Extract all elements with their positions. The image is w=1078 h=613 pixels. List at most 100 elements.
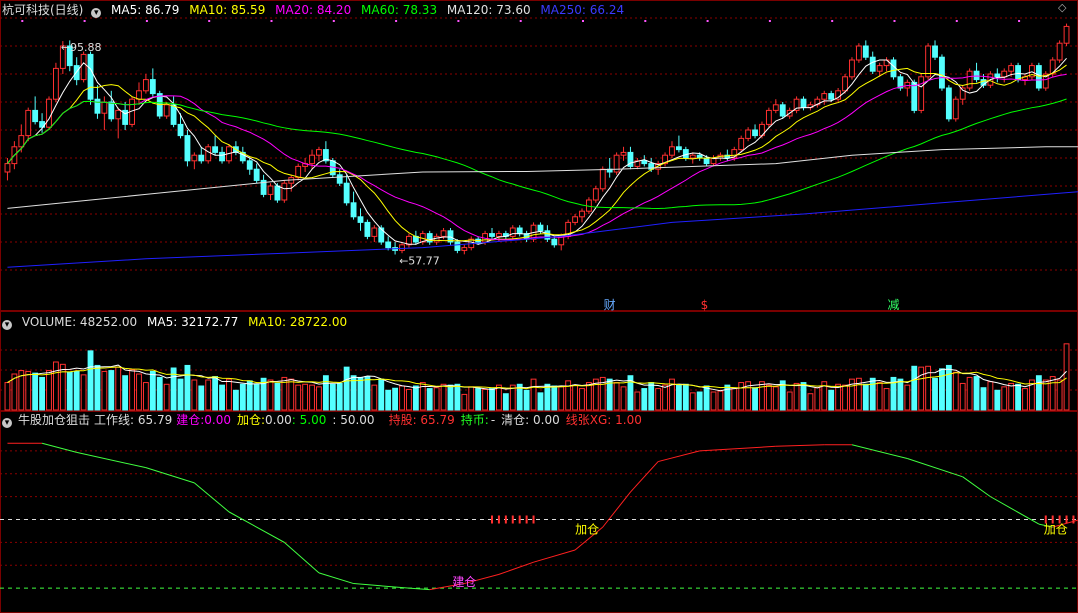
candle-body [184,135,191,162]
moving-average-lines: ←95.88 ←57.77 财 $ 减 [7,20,1078,312]
volume-bar [585,382,592,411]
chevron-down-icon[interactable]: ▾ [2,418,12,428]
ma120-line [7,146,1078,209]
volume-bar [39,376,45,411]
candle-body [952,98,959,120]
volume-bar [447,384,454,411]
ma20-line [7,73,1067,241]
stock-chart-canvas[interactable]: ←95.88 ←57.77 财 $ 减 建仓 加仓 加仓 [0,0,1078,613]
volume-bar [945,364,952,411]
volume-bar [835,383,842,411]
volume-value: VOLUME: 48252.00 [21,315,138,329]
volume-bar [336,382,343,411]
volume-ma10: MA10: 28722.00 [248,315,348,329]
candle-body [191,154,198,162]
diamond-icon[interactable]: ◇ [1058,1,1066,14]
candle-body [87,53,94,100]
volume-bar [302,383,309,411]
add-signal-tick [1072,515,1075,524]
candle-body [800,98,807,109]
volume-bar [66,371,73,411]
candle-body [163,104,170,117]
add-signal-tick [511,515,514,524]
volume-bar [731,388,738,411]
volume-bar [786,391,793,411]
add-signal-label: 加仓 [575,523,599,537]
volume-bar [502,393,509,411]
candle-body [752,129,758,137]
ma120-value: MA120: 73.60 [446,3,531,17]
hold-cash-value: - [490,413,496,427]
volume-bar [108,370,115,411]
candle-body [1063,25,1070,44]
volume-bar [634,391,641,411]
work-line-segment [228,511,285,543]
volume-bar [142,382,149,411]
volume-bar [80,374,87,411]
volume-bar [274,382,281,411]
volume-bar [1001,386,1008,411]
volume-bar [489,388,495,411]
hold-value: 持股: 65.79 [388,413,455,427]
candle-body [371,227,378,237]
signal-dot [332,20,335,22]
volume-bar [696,391,703,411]
candlesticks [4,23,1070,255]
volume-bar [980,387,987,411]
work-line-segment [699,445,776,452]
volume-bar [25,370,32,411]
volume-bar [496,384,502,411]
volume-bar [675,384,682,411]
candle-body [80,53,87,81]
add-signal-tick [491,515,494,524]
candle-body [516,227,523,235]
candle-body [108,101,115,120]
chevron-down-icon[interactable]: ▾ [91,8,102,18]
volume-bar [565,380,572,411]
volume-bar [378,378,385,411]
candle-body [399,244,405,251]
volume-bar [1049,376,1056,411]
candle-body [869,56,876,72]
candle-body [579,210,585,218]
signal-dot [955,20,958,22]
volume-bar [440,383,447,411]
candle-body [496,233,502,237]
candle-body [357,216,364,223]
add-signal-tick [497,515,500,524]
candle-body [32,109,39,123]
candle-body [350,202,357,218]
signal-dot [831,20,834,22]
work-line-segment [145,467,195,484]
volume-bar [156,376,163,411]
candle-body [592,188,599,201]
volume-bar [814,387,821,411]
volume-bar [267,379,274,411]
chevron-down-icon[interactable]: ▾ [2,320,12,330]
volume-bar [862,383,869,411]
candle-body [849,59,855,78]
volume-bar [115,366,122,411]
candle-body [842,76,848,92]
candle-body [599,168,606,190]
volume-bar [620,386,627,411]
high-price-label: ←95.88 [61,41,102,54]
volume-bar [94,364,101,411]
candle-body [994,73,1001,78]
candle-body [828,93,835,100]
candle-body [1008,65,1015,72]
candle-body [101,101,108,114]
candle-body [862,45,869,58]
volume-bar [994,389,1001,411]
low-price-label: ←57.77 [399,254,440,267]
candle-body [246,160,253,170]
line5-value: : 5.00 [291,413,327,427]
volume-bar [136,373,142,411]
volume-bar [752,387,758,411]
volume-bar [454,383,461,411]
volume-bar [433,387,440,411]
volume-bar [205,379,212,411]
candle-body [454,241,461,251]
volume-bar [939,368,945,411]
volume-bar [869,377,876,411]
